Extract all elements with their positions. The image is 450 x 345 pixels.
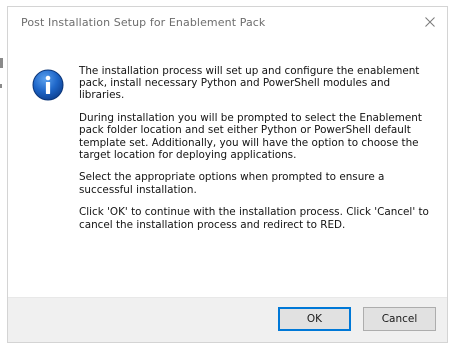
screen: Post Installation Setup for Enablement P… bbox=[0, 0, 450, 345]
ok-button[interactable]: OK bbox=[278, 307, 351, 331]
message-paragraph: Click 'OK' to continue with the installa… bbox=[79, 206, 429, 231]
close-icon bbox=[425, 17, 435, 27]
background-window-edge bbox=[0, 84, 2, 88]
info-icon bbox=[32, 69, 64, 101]
close-button[interactable] bbox=[413, 7, 447, 37]
message-paragraph: During installation you will be prompted… bbox=[79, 112, 422, 161]
message-dialog: Post Installation Setup for Enablement P… bbox=[7, 6, 448, 343]
message-paragraph: Select the appropriate options when prom… bbox=[79, 171, 385, 196]
cancel-button[interactable]: Cancel bbox=[363, 307, 436, 331]
message-paragraph: The installation process will set up and… bbox=[79, 65, 420, 102]
window-title: Post Installation Setup for Enablement P… bbox=[21, 16, 266, 29]
button-bar: OK Cancel bbox=[8, 297, 447, 342]
message-body: The installation process will set up and… bbox=[79, 65, 431, 241]
title-bar: Post Installation Setup for Enablement P… bbox=[8, 7, 447, 39]
background-window-edge bbox=[0, 58, 3, 68]
